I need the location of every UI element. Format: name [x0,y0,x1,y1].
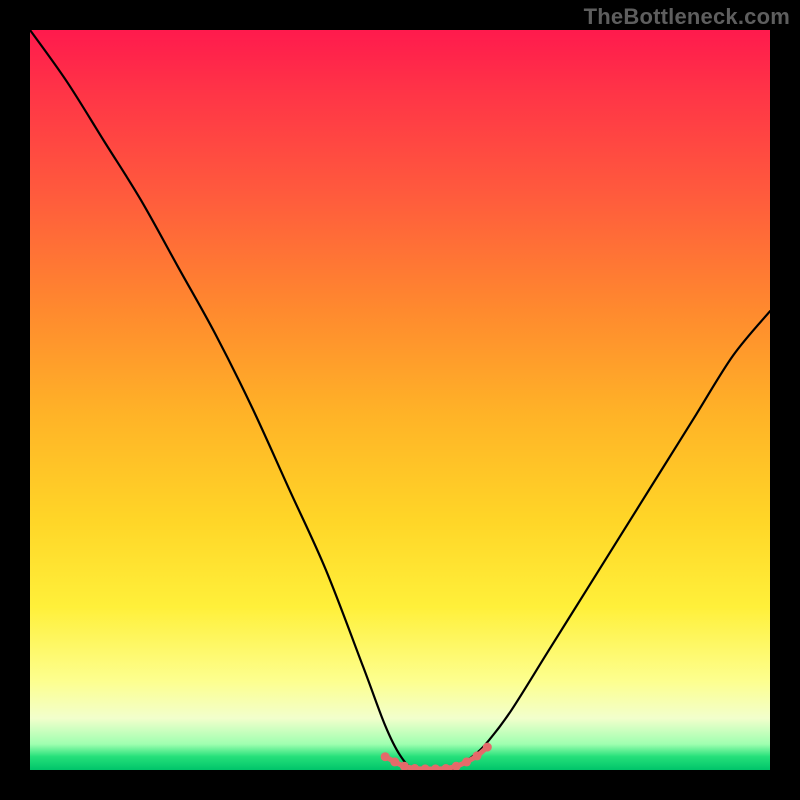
bead-dot [390,757,399,766]
bead-dot [441,764,450,770]
bottleneck-curve [30,30,770,770]
bead-dot [431,764,440,770]
bead-dot [462,757,471,766]
bead-dot [421,764,430,770]
bead-dot [381,752,390,761]
bead-dot [410,764,419,770]
chart-frame: TheBottleneck.com [0,0,800,800]
watermark-text: TheBottleneck.com [584,4,790,30]
plot-area [30,30,770,770]
curve-layer [30,30,770,770]
bead-dot [483,743,492,752]
bead-dot [473,751,482,760]
